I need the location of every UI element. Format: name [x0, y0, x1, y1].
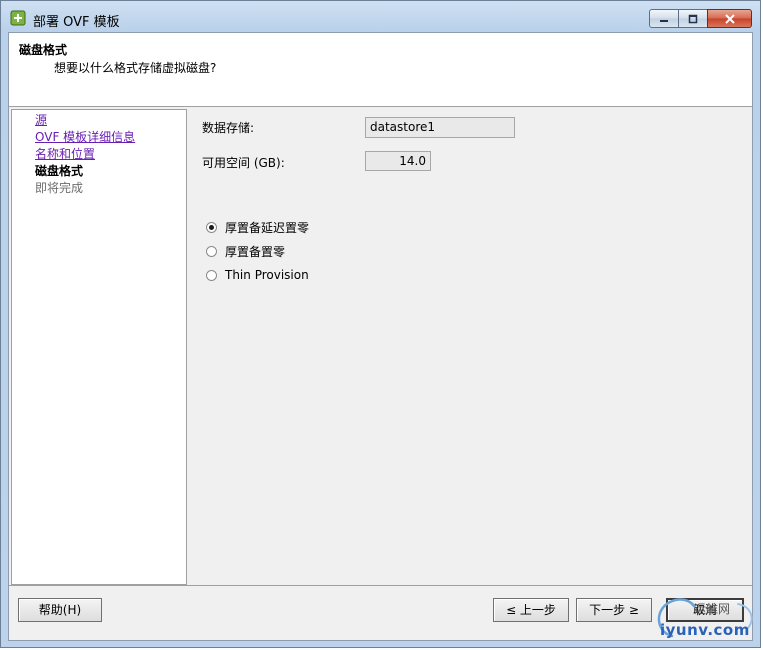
close-icon — [724, 13, 735, 24]
wizard-client-area: 磁盘格式 想要以什么格式存储虚拟磁盘? 源 OVF 模板详细信息 名称和位置 磁… — [8, 32, 753, 641]
free-space-field: 14.0 — [365, 151, 431, 171]
option-label: 厚置备置零 — [225, 244, 286, 259]
option-thick-lazy-zeroed[interactable]: 厚置备延迟置零 — [206, 219, 309, 235]
option-label: Thin Provision — [225, 268, 309, 282]
cancel-button[interactable]: 取消 — [666, 598, 744, 622]
free-space-label: 可用空间 (GB): — [202, 156, 285, 170]
window-title: 部署 OVF 模板 — [33, 15, 120, 30]
help-button[interactable]: 帮助(H) — [18, 598, 102, 622]
next-button[interactable]: 下一步 ≥ — [576, 598, 652, 622]
step-pending-ready: 即将完成 — [35, 181, 84, 195]
wizard-header: 磁盘格式 想要以什么格式存储虚拟磁盘? — [9, 33, 752, 107]
option-thick-eager-zeroed[interactable]: 厚置备置零 — [206, 243, 285, 259]
radio-icon[interactable] — [206, 245, 217, 257]
step-subtitle: 想要以什么格式存储虚拟磁盘? — [54, 61, 217, 75]
title-bar[interactable]: 部署 OVF 模板 — [1, 1, 760, 33]
step-title: 磁盘格式 — [19, 43, 68, 57]
datastore-field: datastore1 — [365, 117, 515, 138]
wizard-steps-panel: 源 OVF 模板详细信息 名称和位置 磁盘格式 即将完成 — [11, 109, 187, 585]
step-current-disk-format: 磁盘格式 — [35, 164, 84, 178]
step-link-ovf-details[interactable]: OVF 模板详细信息 — [35, 130, 135, 144]
vsphere-app-icon — [10, 10, 26, 26]
footer-divider — [9, 585, 752, 586]
radio-icon[interactable] — [206, 269, 217, 281]
maximize-button[interactable] — [678, 9, 708, 28]
back-button[interactable]: ≤ 上一步 — [493, 598, 569, 622]
step-link-source[interactable]: 源 — [35, 113, 47, 127]
step-link-name-location[interactable]: 名称和位置 — [35, 147, 95, 161]
caption-buttons — [649, 9, 752, 29]
maximize-icon — [688, 14, 698, 23]
option-label: 厚置备延迟置零 — [225, 220, 310, 235]
radio-selected-icon[interactable] — [206, 221, 217, 233]
option-thin-provision[interactable]: Thin Provision — [206, 267, 309, 283]
close-button[interactable] — [707, 9, 752, 28]
minimize-icon — [660, 19, 668, 22]
minimize-button[interactable] — [649, 9, 679, 28]
wizard-window: 部署 OVF 模板 磁盘格式 想要以什么格式存储虚拟磁盘? 源 OVF 模板详细… — [0, 0, 761, 648]
datastore-label: 数据存储: — [202, 121, 255, 135]
